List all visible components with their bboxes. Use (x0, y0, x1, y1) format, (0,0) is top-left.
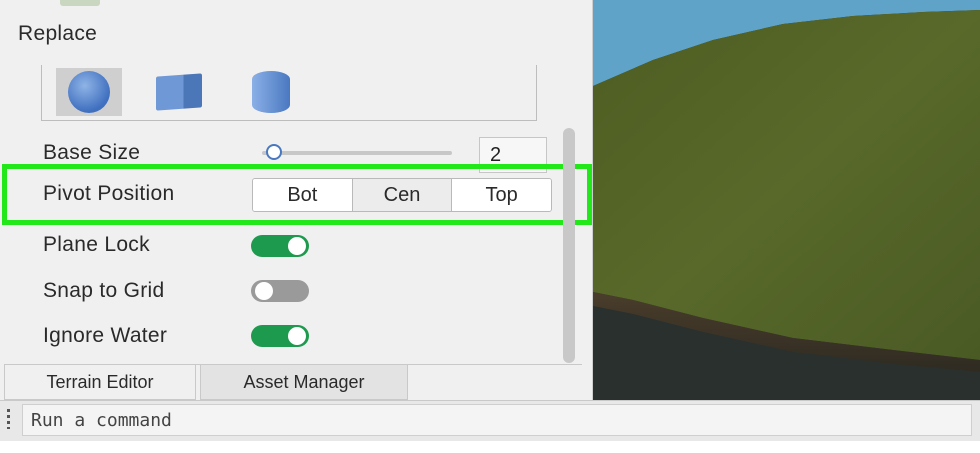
panel-tabs: Terrain Editor Asset Manager (4, 364, 582, 401)
pivot-bot-button[interactable]: Bot (253, 179, 352, 211)
terrain-editor-panel: Replace Base Size 2 Pivot Position Bot C… (0, 0, 593, 400)
snap-to-grid-label: Snap to Grid (43, 279, 165, 302)
snap-to-grid-toggle[interactable] (251, 280, 309, 302)
section-title: Replace (18, 22, 98, 45)
ignore-water-toggle[interactable] (251, 325, 309, 347)
shape-cube-button[interactable] (146, 68, 212, 116)
command-bar: Run a command (0, 400, 980, 441)
toggle-knob (255, 282, 273, 300)
shape-sphere-button[interactable] (56, 68, 122, 116)
partial-icon (60, 0, 100, 6)
terrain-scene (593, 0, 980, 400)
drag-handle-icon[interactable] (7, 409, 10, 429)
brush-shape-selector (41, 65, 537, 121)
toggle-knob (288, 327, 306, 345)
cube-icon (156, 73, 202, 111)
pivot-top-button[interactable]: Top (451, 179, 551, 211)
plane-lock-label: Plane Lock (43, 233, 150, 256)
plane-lock-toggle[interactable] (251, 235, 309, 257)
tab-asset-manager[interactable]: Asset Manager (200, 365, 408, 400)
tab-terrain-editor[interactable]: Terrain Editor (4, 365, 196, 400)
toggle-knob (288, 237, 306, 255)
cylinder-icon (252, 71, 290, 113)
pivot-cen-button[interactable]: Cen (351, 179, 452, 211)
panel-scrollbar[interactable] (563, 128, 575, 363)
ignore-water-label: Ignore Water (43, 324, 168, 347)
base-size-slider[interactable] (262, 144, 452, 160)
shape-cylinder-button[interactable] (238, 68, 304, 116)
pivot-position-label: Pivot Position (43, 182, 175, 205)
3d-viewport[interactable] (593, 0, 980, 400)
pivot-position-selector: Bot Cen Top (252, 178, 552, 212)
command-input[interactable]: Run a command (22, 404, 972, 436)
base-size-label: Base Size (43, 141, 141, 164)
sphere-icon (68, 71, 110, 113)
base-size-slider-knob[interactable] (265, 144, 282, 160)
